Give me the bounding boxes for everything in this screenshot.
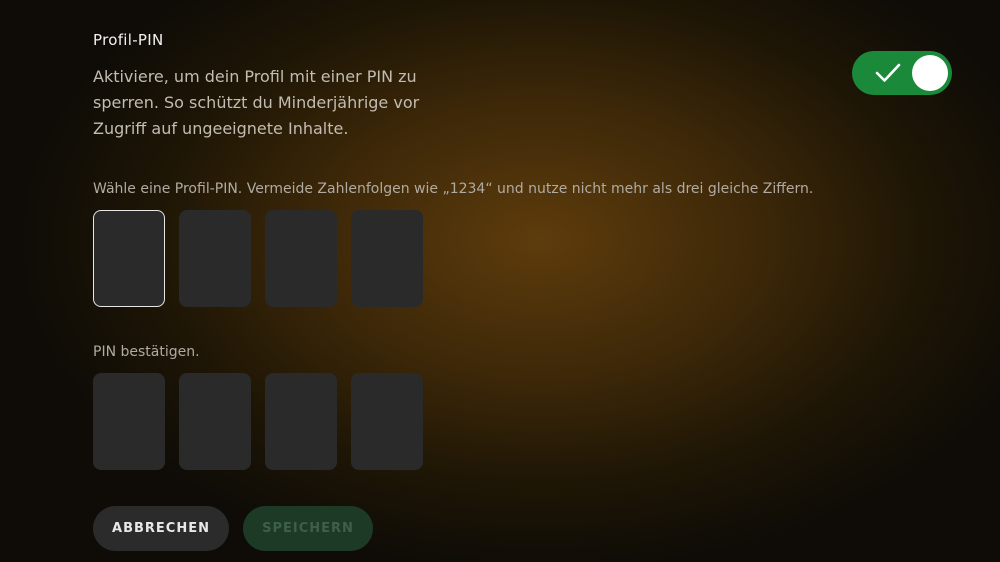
pin-entry-row: [93, 210, 423, 307]
check-icon: [875, 63, 901, 82]
pin-digit-1[interactable]: [93, 210, 165, 307]
toggle-knob: [912, 55, 948, 91]
pin-digit-3[interactable]: [265, 210, 337, 307]
pin-confirm-row: [93, 373, 423, 470]
confirm-digit-4[interactable]: [351, 373, 423, 470]
confirm-digit-3[interactable]: [265, 373, 337, 470]
pin-hint: Wähle eine Profil-PIN. Vermeide Zahlenfo…: [93, 181, 814, 197]
pin-digit-4[interactable]: [351, 210, 423, 307]
confirm-digit-1[interactable]: [93, 373, 165, 470]
pin-digit-2[interactable]: [179, 210, 251, 307]
pin-confirm-label: PIN bestätigen.: [93, 344, 200, 360]
section-description: Aktiviere, um dein Profil mit einer PIN …: [93, 67, 420, 138]
cancel-button[interactable]: ABBRECHEN: [93, 506, 229, 551]
save-button[interactable]: SPEICHERN: [243, 506, 373, 551]
section-title: Profil-PIN: [93, 31, 164, 49]
profile-pin-toggle[interactable]: [852, 51, 952, 95]
confirm-digit-2[interactable]: [179, 373, 251, 470]
